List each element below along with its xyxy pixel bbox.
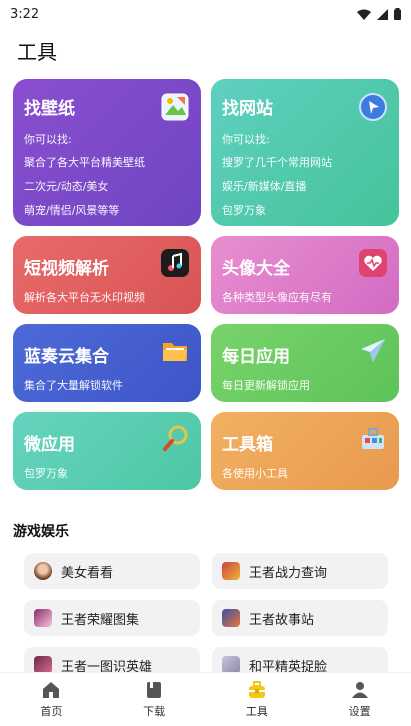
game-item-label: 王者故事站 <box>249 612 315 628</box>
section-title-text: 游戏娱乐 <box>13 524 69 540</box>
section-title: 游戏娱乐 <box>13 521 73 541</box>
card-toolbox[interactable]: 工具箱 各使用小工具 <box>211 412 399 490</box>
tab-label: 工具 <box>245 704 268 718</box>
magnifier-icon <box>163 425 188 451</box>
wallpaper-icon <box>161 93 189 121</box>
card-line: 娱乐/新媒体/直播 <box>222 180 307 193</box>
tab-label: 下载 <box>143 704 166 718</box>
toolbox-icon <box>362 428 384 449</box>
card-title: 每日应用 <box>222 347 290 367</box>
music-note-icon <box>161 249 189 277</box>
tab-label: 设置 <box>348 704 371 718</box>
tab-label: 首页 <box>40 704 63 718</box>
card-daily-apps[interactable]: 每日应用 每日更新解锁应用 <box>211 324 399 402</box>
toolbox-tab-icon <box>248 680 265 698</box>
card-micro-apps[interactable]: 微应用 包罗万象 <box>13 412 201 490</box>
tab-download[interactable]: 下载 <box>103 673 206 726</box>
game-thumbnail-icon <box>222 609 240 627</box>
card-title: 找壁纸 <box>24 99 75 119</box>
download-icon <box>147 681 162 698</box>
card-title: 头像大全 <box>222 259 290 279</box>
game-item[interactable]: 王者战力查询 <box>212 553 388 589</box>
tab-settings[interactable]: 设置 <box>308 673 411 726</box>
status-time: 3:22 <box>10 6 40 22</box>
card-title: 工具箱 <box>222 435 273 455</box>
card-line: 各使用小工具 <box>222 467 288 480</box>
card-line: 你可以找: <box>24 133 72 146</box>
card-line: 二次元/动态/美女 <box>24 180 109 193</box>
card-line: 集合了大量解锁软件 <box>24 379 123 392</box>
card-line: 包罗万象 <box>222 204 266 217</box>
bottom-tab-bar: 首页 下载 工具 设置 <box>0 672 411 726</box>
card-line: 搜罗了几千个常用网站 <box>222 156 332 169</box>
card-websites[interactable]: 找网站 你可以找: 搜罗了几千个常用网站 娱乐/新媒体/直播 包罗万象 <box>211 79 399 226</box>
status-bar: 3:22 <box>0 0 411 28</box>
card-line: 萌宠/情侣/风景等等 <box>24 204 120 217</box>
wifi-icon <box>357 9 371 20</box>
card-line: 包罗万象 <box>24 467 68 480</box>
card-video-parse[interactable]: 短视频解析 解析各大平台无水印视频 <box>13 236 201 314</box>
card-line: 聚合了各大平台精美壁纸 <box>24 156 145 169</box>
game-item[interactable]: 王者荣耀图集 <box>24 600 200 636</box>
card-avatars[interactable]: 头像大全 各种类型头像应有尽有 <box>211 236 399 314</box>
battery-icon <box>394 8 401 20</box>
game-item[interactable]: 美女看看 <box>24 553 200 589</box>
signal-icon <box>377 8 388 20</box>
card-title: 找网站 <box>222 99 273 119</box>
card-title: 短视频解析 <box>24 259 109 279</box>
game-item-label: 王者荣耀图集 <box>61 612 140 628</box>
game-item-label: 美女看看 <box>61 565 114 581</box>
card-line: 各种类型头像应有尽有 <box>222 291 332 304</box>
person-icon <box>351 681 368 698</box>
card-wallpaper[interactable]: 找壁纸 你可以找: 聚合了各大平台精美壁纸 二次元/动态/美女 萌宠/情侣/风景… <box>13 79 201 226</box>
game-item[interactable]: 王者故事站 <box>212 600 388 636</box>
card-line: 每日更新解锁应用 <box>222 379 310 392</box>
game-thumbnail-icon <box>34 609 52 627</box>
page-title: 工具 <box>17 40 57 64</box>
card-lanzou[interactable]: 蓝奏云集合 集合了大量解锁软件 <box>13 324 201 402</box>
card-title: 微应用 <box>24 435 75 455</box>
card-line: 你可以找: <box>222 133 270 146</box>
status-icons <box>357 8 401 20</box>
game-thumbnail-icon <box>34 562 52 580</box>
card-line: 解析各大平台无水印视频 <box>24 291 145 304</box>
card-title: 蓝奏云集合 <box>24 347 109 367</box>
compass-icon <box>359 93 387 121</box>
game-item-label: 王者战力查询 <box>249 565 328 581</box>
folder-icon <box>163 343 187 361</box>
home-icon <box>43 681 60 698</box>
heart-avatar-icon <box>359 249 387 277</box>
tab-home[interactable]: 首页 <box>0 673 103 726</box>
game-thumbnail-icon <box>222 562 240 580</box>
paper-plane-icon <box>361 339 385 362</box>
tab-tools[interactable]: 工具 <box>206 673 309 726</box>
